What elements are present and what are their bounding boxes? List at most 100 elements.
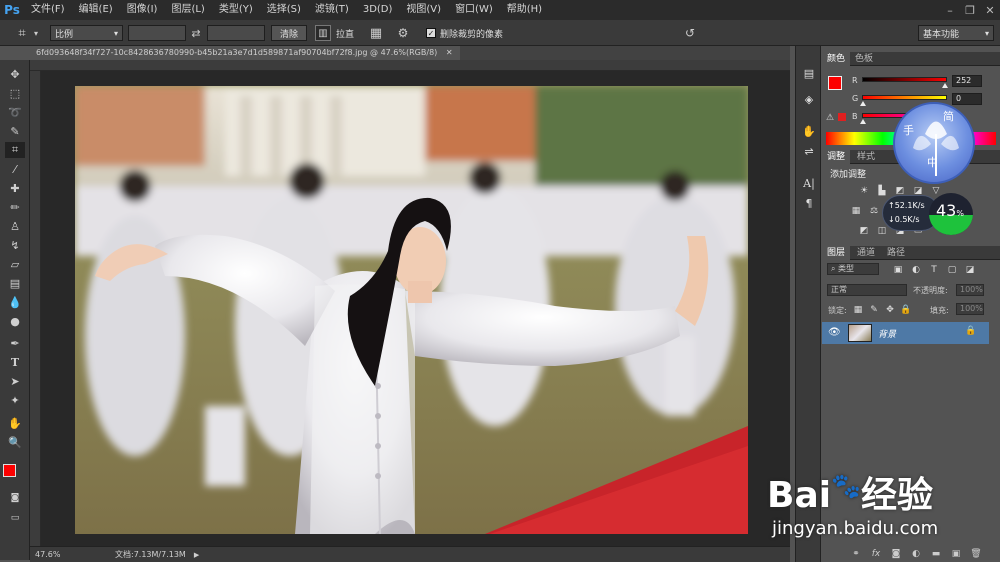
character-panel-icon[interactable]: A| xyxy=(799,174,819,192)
menu-items: 文件(F) 编辑(E) 图像(I) 图层(L) 类型(Y) 选择(S) 滤镜(T) 3D(D)… xyxy=(24,0,549,20)
crop-tool-icon[interactable]: ⌗ xyxy=(5,142,25,158)
tab-channels[interactable]: 通道 xyxy=(852,246,880,260)
eraser-tool-icon[interactable]: ▱ xyxy=(5,256,25,272)
tab-layers[interactable]: 图层 xyxy=(822,246,851,260)
menu-item[interactable]: 编辑(E) xyxy=(72,0,120,20)
fill-input[interactable]: 100% xyxy=(956,303,984,315)
lock-all-icon[interactable]: 🔒 xyxy=(900,304,912,315)
brush-settings-icon[interactable]: ⇌ xyxy=(799,142,819,160)
document-photo[interactable] xyxy=(75,86,748,534)
history-panel-icon[interactable]: ▤ xyxy=(799,64,819,82)
document-tab[interactable]: 6fd093648f34f727-10c8428636780990-b45b21… xyxy=(30,46,460,60)
lasso-tool-icon[interactable]: ➰ xyxy=(5,104,25,120)
hue-saturation-icon[interactable]: ▦ xyxy=(850,205,862,216)
zoom-tool-icon[interactable]: 🔍 xyxy=(5,434,25,450)
red-value[interactable]: 252 xyxy=(952,75,982,87)
shape-tool-icon[interactable]: ✦ xyxy=(5,392,25,408)
tab-styles[interactable]: 样式 xyxy=(852,150,880,164)
hand-tool-icon[interactable]: ✋ xyxy=(5,415,25,431)
tab-paths[interactable]: 路径 xyxy=(882,246,910,260)
pen-tool-icon[interactable]: ✒ xyxy=(5,335,25,351)
history-brush-tool-icon[interactable]: ↯ xyxy=(5,237,25,253)
tab-adjustments[interactable]: 调整 xyxy=(822,150,851,164)
menu-item[interactable]: 滤镜(T) xyxy=(308,0,356,20)
type-tool-icon[interactable]: T xyxy=(5,354,25,370)
blend-mode-select[interactable]: 正常 xyxy=(827,284,907,296)
gear-icon[interactable]: ⚙ xyxy=(395,25,411,41)
filter-smart-icon[interactable]: ◪ xyxy=(964,264,976,275)
ratio-select[interactable]: 比例 ▾ xyxy=(50,25,123,41)
properties-panel-icon[interactable]: ◈ xyxy=(799,90,819,108)
menu-item[interactable]: 图层(L) xyxy=(164,0,211,20)
lock-paint-icon[interactable]: ✎ xyxy=(868,304,880,315)
tool-presets-icon[interactable]: ✋ xyxy=(799,122,819,140)
delete-cropped-checkbox[interactable]: ✓ xyxy=(426,28,436,38)
green-slider-thumb[interactable] xyxy=(860,101,866,106)
brightness-icon[interactable]: ☀ xyxy=(858,185,870,196)
straighten-icon[interactable]: ▥ xyxy=(315,25,331,41)
paragraph-panel-icon[interactable]: ¶ xyxy=(799,194,819,212)
eyedropper-tool-icon[interactable]: ⁄ xyxy=(5,161,25,177)
crop-tool-icon[interactable]: ⌗ xyxy=(14,25,30,41)
preset-chevron-icon[interactable]: ▾ xyxy=(32,25,40,41)
close-button[interactable]: ✕ xyxy=(980,0,1000,20)
floating-ball-widget[interactable]: 手 简 中 xyxy=(893,102,975,184)
menu-item[interactable]: 窗口(W) xyxy=(448,0,500,20)
clear-button[interactable]: 清除 xyxy=(271,25,307,41)
marquee-tool-icon[interactable]: ⬚ xyxy=(5,85,25,101)
layer-row-background[interactable]: 👁 背景 🔒 xyxy=(822,322,989,344)
eye-icon[interactable]: 👁 xyxy=(828,327,841,338)
menu-item[interactable]: 文件(F) xyxy=(24,0,72,20)
quick-mask-icon[interactable]: ◙ xyxy=(5,490,25,506)
restore-button[interactable]: ❐ xyxy=(960,0,980,20)
menu-item[interactable]: 3D(D) xyxy=(356,0,400,20)
zoom-level[interactable]: 47.6% xyxy=(35,550,75,559)
foreground-color-chip[interactable] xyxy=(828,76,842,90)
move-tool-icon[interactable]: ✥ xyxy=(5,66,25,82)
path-select-tool-icon[interactable]: ➤ xyxy=(5,373,25,389)
menu-item[interactable]: 图像(I) xyxy=(120,0,165,20)
filter-adjust-icon[interactable]: ◐ xyxy=(910,264,922,275)
foreground-color-swatch[interactable] xyxy=(3,464,16,477)
height-input[interactable] xyxy=(207,25,265,41)
tab-swatches[interactable]: 色板 xyxy=(850,52,878,66)
minimize-button[interactable]: – xyxy=(940,0,960,20)
layer-filter-select[interactable]: ⌕ 类型 xyxy=(827,263,879,275)
swap-icon[interactable]: ⇄ xyxy=(189,25,203,41)
filter-shape-icon[interactable]: ▢ xyxy=(946,264,958,275)
gamut-swatch[interactable] xyxy=(838,113,846,121)
color-balance-icon[interactable]: ⚖ xyxy=(868,205,880,216)
chevron-right-icon[interactable]: ▶ xyxy=(194,551,199,559)
green-slider[interactable] xyxy=(862,95,947,100)
green-value[interactable]: 0 xyxy=(952,93,982,105)
menu-item[interactable]: 视图(V) xyxy=(399,0,448,20)
network-speed-widget[interactable]: ↑52.1K/s ↓0.5K/s 43% xyxy=(882,193,974,235)
close-icon[interactable]: ✕ xyxy=(446,48,453,57)
tab-color[interactable]: 颜色 xyxy=(822,52,851,66)
lock-pixels-icon[interactable]: ▦ xyxy=(852,304,864,315)
filter-type-icon[interactable]: T xyxy=(928,264,940,275)
clone-stamp-tool-icon[interactable]: ♙ xyxy=(5,218,25,234)
lock-move-icon[interactable]: ✥ xyxy=(884,304,896,315)
quick-select-tool-icon[interactable]: ✎ xyxy=(5,123,25,139)
red-slider-thumb[interactable] xyxy=(942,83,948,88)
blue-slider-thumb[interactable] xyxy=(860,119,866,124)
width-input[interactable] xyxy=(128,25,186,41)
invert-icon[interactable]: ◩ xyxy=(858,225,870,236)
healing-brush-tool-icon[interactable]: ✚ xyxy=(5,180,25,196)
opacity-input[interactable]: 100% xyxy=(956,284,984,296)
blur-tool-icon[interactable]: 💧 xyxy=(5,294,25,310)
reset-icon[interactable]: ↺ xyxy=(682,25,698,41)
red-slider[interactable] xyxy=(862,77,947,82)
filter-pixel-icon[interactable]: ▣ xyxy=(892,264,904,275)
menu-item[interactable]: 选择(S) xyxy=(260,0,308,20)
grid-overlay-icon[interactable]: ▦ xyxy=(368,25,384,41)
dodge-tool-icon[interactable]: ● xyxy=(5,313,25,329)
screen-mode-icon[interactable]: ▭ xyxy=(5,510,25,526)
menu-item[interactable]: 帮助(H) xyxy=(500,0,549,20)
menu-item[interactable]: 类型(Y) xyxy=(212,0,260,20)
layer-name[interactable]: 背景 xyxy=(878,327,896,340)
brush-tool-icon[interactable]: ✏ xyxy=(5,199,25,215)
gradient-tool-icon[interactable]: ▤ xyxy=(5,275,25,291)
workspace-select[interactable]: 基本功能 ▾ xyxy=(918,25,994,41)
